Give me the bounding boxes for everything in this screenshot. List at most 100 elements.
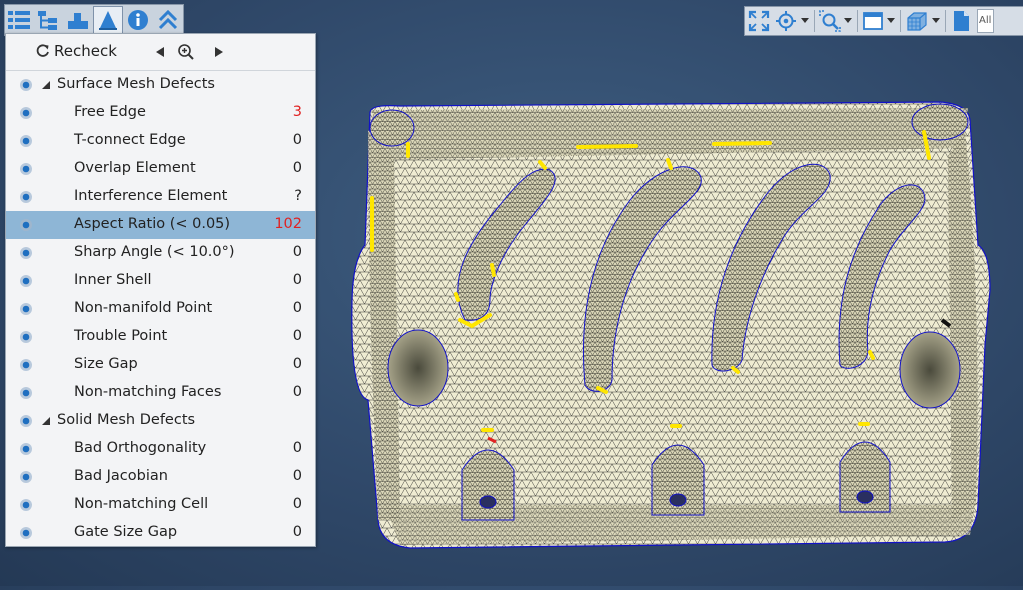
defect-label: Non-manifold Point <box>74 300 213 316</box>
next-button[interactable] <box>209 42 229 62</box>
list-item[interactable]: Sharp Angle (< 10.0°) 0 <box>6 239 315 267</box>
collapse-up-icon <box>158 9 177 30</box>
list-item[interactable]: Bad Jacobian 0 <box>6 463 315 491</box>
list-item[interactable]: Gate Size Gap 0 <box>6 519 315 547</box>
tab-defects[interactable] <box>92 6 124 34</box>
document-button[interactable] <box>949 8 973 34</box>
info-icon <box>128 10 149 30</box>
list-item[interactable]: Interference Element ? <box>6 183 315 211</box>
group-label: Solid Mesh Defects <box>57 412 196 428</box>
visibility-icon[interactable] <box>19 386 33 400</box>
tree-icon <box>38 11 58 30</box>
pan-center-button[interactable] <box>773 8 799 34</box>
tab-list[interactable] <box>5 6 33 34</box>
defect-label: Bad Jacobian <box>74 468 168 484</box>
visibility-icon[interactable] <box>19 274 33 288</box>
defect-count: 102 <box>274 216 302 232</box>
defect-label: Sharp Angle (< 10.0°) <box>74 244 235 260</box>
list-item[interactable]: Overlap Element 0 <box>6 155 315 183</box>
visibility-icon[interactable] <box>19 498 33 512</box>
visibility-icon[interactable] <box>19 162 33 176</box>
toolbar-divider <box>900 10 901 32</box>
toolbar-divider <box>857 10 858 32</box>
expand-caret-icon[interactable] <box>41 80 51 90</box>
visibility-icon[interactable] <box>19 134 33 148</box>
tab-collapse[interactable] <box>154 6 182 34</box>
visibility-icon[interactable] <box>19 330 33 344</box>
visibility-icon[interactable] <box>19 358 33 372</box>
visibility-icon[interactable] <box>19 526 33 540</box>
defect-label: Non-matching Cell <box>74 496 209 512</box>
list-item[interactable]: Non-matching Faces 0 <box>6 379 315 407</box>
3d-viewport[interactable] <box>320 40 1023 586</box>
triangle-left-icon <box>156 47 164 57</box>
visibility-icon[interactable] <box>19 78 33 92</box>
visibility-icon[interactable] <box>19 302 33 316</box>
mesh-corner-boss <box>911 103 969 141</box>
visibility-icon[interactable] <box>19 218 33 232</box>
mesh-pocket <box>387 329 449 407</box>
group-row-surface-mesh-defects[interactable]: Surface Mesh Defects <box>6 71 315 99</box>
recheck-button[interactable]: Recheck <box>36 42 117 60</box>
defect-label: Gate Size Gap <box>74 524 178 540</box>
mesh-cube-icon <box>907 12 927 31</box>
defect-cone-icon <box>99 11 118 30</box>
layout-dropdown[interactable] <box>885 18 897 24</box>
defect-count: 0 <box>292 384 302 400</box>
mesh-pocket <box>899 331 961 409</box>
defect-label: Bad Orthogonality <box>74 440 207 456</box>
toolbar-divider <box>945 10 946 32</box>
list-item[interactable]: Size Gap 0 <box>6 351 315 379</box>
list-item[interactable]: Trouble Point 0 <box>6 323 315 351</box>
list-item[interactable]: T-connect Edge 0 <box>6 127 315 155</box>
defect-count: ? <box>294 188 302 204</box>
visibility-icon[interactable] <box>19 470 33 484</box>
list-item-selected[interactable]: Aspect Ratio (< 0.05) 102 <box>6 211 315 239</box>
defect-count: 0 <box>292 496 302 512</box>
defect-label: Size Gap <box>74 356 138 372</box>
filter-input[interactable]: All <box>977 9 994 33</box>
visibility-icon[interactable] <box>19 414 33 428</box>
defect-count: 0 <box>292 300 302 316</box>
triangle-right-icon <box>215 47 223 57</box>
defect-label: Aspect Ratio (< 0.05) <box>74 216 231 232</box>
group-label: Surface Mesh Defects <box>57 76 215 92</box>
list-item[interactable]: Non-matching Cell 0 <box>6 491 315 519</box>
pan-dropdown[interactable] <box>799 18 811 24</box>
expand-caret-icon[interactable] <box>41 416 51 426</box>
display-dropdown[interactable] <box>930 18 942 24</box>
mesh-defect-panel: Recheck Surface Mesh Defects Free Edge 3 <box>5 33 316 547</box>
visibility-icon[interactable] <box>19 190 33 204</box>
fit-view-button[interactable] <box>745 8 773 34</box>
zoom-dropdown[interactable] <box>842 18 854 24</box>
tab-mesh[interactable] <box>64 6 92 34</box>
visibility-icon[interactable] <box>19 246 33 260</box>
chevron-down-icon <box>801 18 809 23</box>
window-layout-button[interactable] <box>861 8 885 34</box>
list-item[interactable]: Inner Shell 0 <box>6 267 315 295</box>
visibility-icon[interactable] <box>19 106 33 120</box>
group-row-solid-mesh-defects[interactable]: Solid Mesh Defects <box>6 407 315 435</box>
zoom-to-defect-button[interactable] <box>176 42 196 62</box>
defect-count: 0 <box>292 328 302 344</box>
defect-label: Interference Element <box>74 188 228 204</box>
document-icon <box>954 11 969 31</box>
filter-value: All <box>979 15 992 26</box>
defect-count: 3 <box>292 104 302 120</box>
defect-count: 0 <box>292 160 302 176</box>
panel-toolbar: Recheck <box>6 34 315 71</box>
tab-tree[interactable] <box>34 6 62 34</box>
display-mode-button[interactable] <box>904 8 930 34</box>
defect-label: Overlap Element <box>74 160 196 176</box>
list-item[interactable]: Non-manifold Point 0 <box>6 295 315 323</box>
defect-count: 0 <box>292 440 302 456</box>
list-item[interactable]: Free Edge 3 <box>6 99 315 127</box>
list-item[interactable]: Bad Orthogonality 0 <box>6 435 315 463</box>
zoom-button[interactable] <box>818 8 842 34</box>
defect-count: 0 <box>292 244 302 260</box>
mesh-model[interactable] <box>320 40 1023 586</box>
mesh-corner-boss <box>369 109 415 147</box>
visibility-icon[interactable] <box>19 442 33 456</box>
tab-info[interactable] <box>124 6 152 34</box>
previous-button[interactable] <box>150 42 170 62</box>
